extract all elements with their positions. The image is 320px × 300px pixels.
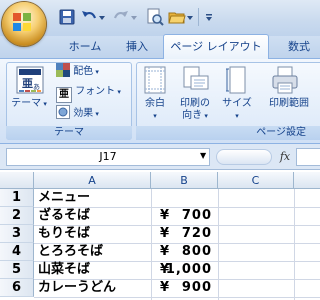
size-icon	[226, 66, 246, 94]
fonts-icon: 亜	[56, 87, 72, 103]
orientation-button[interactable]: 印刷の 向き ▾	[174, 64, 216, 122]
column-header-c[interactable]: C	[218, 172, 294, 189]
tab-page-layout[interactable]: ページ レイアウト	[163, 34, 269, 59]
row-header[interactable]: 2	[0, 207, 34, 225]
margins-button[interactable]: 余白 ▾	[140, 64, 170, 122]
print-area-icon	[272, 66, 298, 94]
cell-value: 1,000	[165, 262, 212, 277]
effects-icon	[56, 105, 70, 119]
theme-button-text: テーマ	[11, 98, 42, 109]
gridline	[34, 297, 320, 298]
currency-symbol: ¥	[160, 208, 170, 223]
theme-button-label: テーマ ▾	[11, 98, 47, 109]
cell-a1[interactable]: メニュー	[38, 189, 150, 207]
cell-value: 720	[181, 226, 212, 241]
redo-icon[interactable]	[112, 8, 130, 26]
customize-toolbar-icon[interactable]	[204, 8, 214, 26]
office-logo-icon	[13, 13, 31, 31]
cell-a6[interactable]: カレーうどん	[38, 279, 150, 297]
row-header[interactable]: 5	[0, 261, 34, 279]
select-all-corner[interactable]	[0, 172, 34, 189]
size-label: サイズ	[222, 98, 252, 109]
fonts-label: フォント	[75, 86, 116, 97]
column-header-a[interactable]: A	[34, 172, 151, 189]
orientation-label-line2: 向き	[182, 110, 203, 121]
cell-a5[interactable]: 山菜そば	[38, 261, 150, 279]
cell-a4[interactable]: とろろそば	[38, 243, 150, 261]
name-box[interactable]: J17	[6, 148, 210, 166]
margins-label: 余白	[145, 98, 165, 109]
tab-insert[interactable]: 挿入	[114, 36, 160, 58]
currency-symbol: ¥	[160, 280, 170, 295]
cell-b4[interactable]: ¥ 800	[152, 243, 214, 261]
fonts-button[interactable]: 亜 フォント ▾	[56, 84, 130, 103]
page-setup-group-label: ページ設定	[136, 126, 320, 140]
open-dropdown-icon[interactable]	[186, 8, 194, 26]
formula-input[interactable]	[296, 148, 320, 166]
colors-icon	[56, 63, 70, 77]
margins-icon	[144, 66, 166, 94]
row-header[interactable]: 1	[0, 189, 34, 207]
name-box-dropdown-icon[interactable]: ▼	[200, 152, 208, 160]
cell-value: 700	[181, 208, 212, 223]
open-folder-icon[interactable]	[168, 8, 186, 26]
row-header[interactable]: 4	[0, 243, 34, 261]
effects-label: 効果	[73, 108, 94, 119]
tab-formulas[interactable]: 数式	[278, 36, 320, 58]
cell-a3[interactable]: もりそば	[38, 225, 150, 243]
cell-value: 800	[181, 244, 212, 259]
effects-button[interactable]: 効果 ▾	[56, 105, 130, 122]
tab-home[interactable]: ホーム	[60, 36, 110, 58]
currency-symbol: ¥	[160, 244, 170, 259]
cell-b6[interactable]: ¥ 900	[152, 279, 214, 297]
gridline	[218, 189, 219, 300]
print-preview-icon[interactable]	[146, 8, 164, 26]
cell-b5[interactable]: ¥ 1,000	[152, 261, 214, 279]
save-icon[interactable]	[58, 8, 76, 26]
orientation-icon	[183, 66, 209, 90]
column-header-b[interactable]: B	[151, 172, 218, 189]
cell-b3[interactable]: ¥ 720	[152, 225, 214, 243]
orientation-label-line1: 印刷の	[180, 98, 210, 109]
formula-bar-resize-handle[interactable]	[216, 149, 272, 165]
gridline	[294, 189, 295, 300]
insert-function-icon[interactable]: fx	[276, 149, 294, 165]
toolbar-separator	[198, 8, 199, 26]
currency-symbol: ¥	[160, 226, 170, 241]
colors-button[interactable]: 配色 ▾	[56, 63, 130, 80]
row-header[interactable]: 6	[0, 279, 34, 297]
svg-text:亜: 亜	[22, 77, 33, 90]
print-area-label: 印刷範囲	[269, 98, 309, 109]
ribbon-tab-row	[0, 36, 320, 58]
undo-dropdown-icon[interactable]	[98, 8, 106, 26]
cell-b2[interactable]: ¥ 700	[152, 207, 214, 225]
size-button[interactable]: サイズ ▾	[220, 64, 254, 122]
cell-value: 900	[181, 280, 212, 295]
colors-label: 配色	[73, 66, 94, 77]
theme-group-label: テーマ	[6, 126, 132, 140]
undo-icon[interactable]	[80, 8, 98, 26]
column-header-d[interactable]	[294, 172, 320, 189]
theme-icon: 亜 あ	[16, 66, 44, 94]
print-area-button[interactable]: 印刷範囲	[258, 64, 320, 122]
row-header[interactable]: 3	[0, 225, 34, 243]
redo-dropdown-icon[interactable]	[130, 8, 138, 26]
svg-text:あ: あ	[33, 83, 40, 91]
cell-a2[interactable]: ざるそば	[38, 207, 150, 225]
